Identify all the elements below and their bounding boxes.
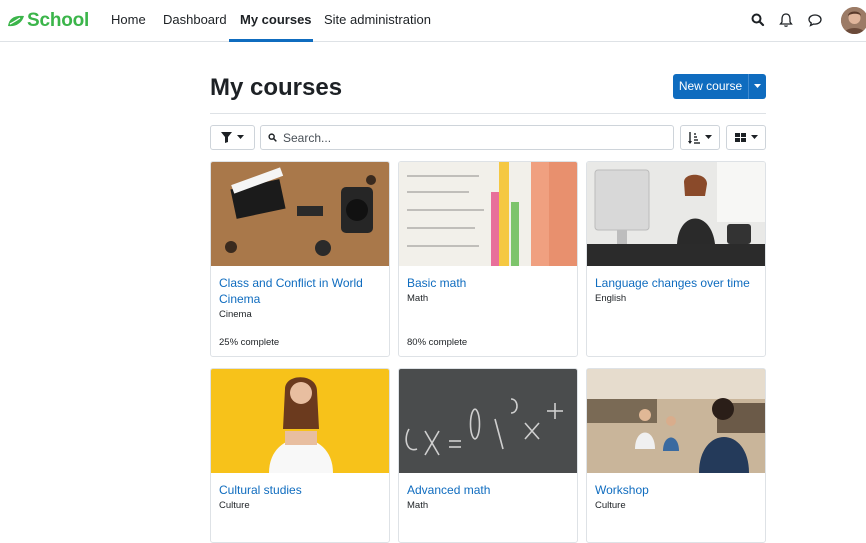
course-card[interactable]: Advanced math Math: [398, 368, 578, 543]
course-progress: 80% complete: [407, 337, 468, 348]
nav-site-administration[interactable]: Site administration: [324, 0, 431, 42]
course-image[interactable]: [587, 162, 765, 266]
search-box[interactable]: [260, 125, 674, 150]
nav-dashboard[interactable]: Dashboard: [163, 0, 227, 42]
search-icon[interactable]: [750, 12, 766, 28]
nav-my-courses[interactable]: My courses: [229, 0, 313, 42]
course-category: Culture: [219, 500, 250, 511]
course-category: Math: [407, 500, 429, 511]
course-image[interactable]: [211, 162, 389, 266]
course-title[interactable]: Class and Conflict in World Cinema: [219, 275, 379, 307]
leaf-icon: [8, 15, 24, 27]
new-course-dropdown[interactable]: [748, 74, 766, 99]
course-card[interactable]: Class and Conflict in World Cinema Cinem…: [210, 161, 390, 357]
filter-dropdown-button[interactable]: [210, 125, 255, 150]
top-navbar: School Home Dashboard My courses Site ad…: [0, 0, 866, 42]
brand-name: School: [27, 10, 90, 31]
course-title[interactable]: Cultural studies: [219, 482, 379, 498]
course-progress: 25% complete: [219, 337, 280, 348]
course-category: Math: [407, 293, 429, 304]
course-card[interactable]: Cultural studies Culture: [210, 368, 390, 543]
header-divider: [210, 113, 766, 114]
chat-icon[interactable]: [807, 12, 823, 28]
course-category: Culture: [595, 500, 626, 511]
site-logo[interactable]: School: [7, 10, 89, 32]
sort-dropdown-button[interactable]: [680, 125, 720, 150]
course-category: Cinema: [219, 309, 252, 320]
chevron-down-icon: [237, 135, 244, 139]
course-title[interactable]: Workshop: [595, 482, 755, 498]
course-card[interactable]: Workshop Culture: [586, 368, 766, 543]
new-course-label: New course: [678, 79, 743, 93]
course-card[interactable]: Language changes over time English: [586, 161, 766, 357]
course-title[interactable]: Advanced math: [407, 482, 567, 498]
filter-icon: [221, 132, 232, 143]
course-title[interactable]: Basic math: [407, 275, 567, 291]
course-title[interactable]: Language changes over time: [595, 275, 755, 291]
grid-icon: [734, 133, 746, 142]
course-image[interactable]: [211, 369, 389, 473]
course-category: English: [595, 293, 627, 304]
chevron-down-icon: [705, 135, 712, 139]
search-input[interactable]: [283, 130, 663, 145]
nav-home[interactable]: Home: [111, 0, 146, 42]
page-title: My courses: [210, 74, 343, 101]
avatar[interactable]: [841, 7, 866, 34]
bell-icon[interactable]: [778, 12, 794, 28]
course-image[interactable]: [399, 369, 577, 473]
course-card[interactable]: Basic math Math 80% complete: [398, 161, 578, 357]
view-dropdown-button[interactable]: [726, 125, 766, 150]
chevron-down-icon: [750, 135, 758, 139]
course-image[interactable]: [399, 162, 577, 266]
course-image[interactable]: [587, 369, 765, 473]
chevron-down-icon: [754, 84, 761, 88]
new-course-button[interactable]: New course: [673, 74, 766, 99]
search-icon: [268, 133, 277, 142]
sort-icon: [688, 131, 700, 144]
